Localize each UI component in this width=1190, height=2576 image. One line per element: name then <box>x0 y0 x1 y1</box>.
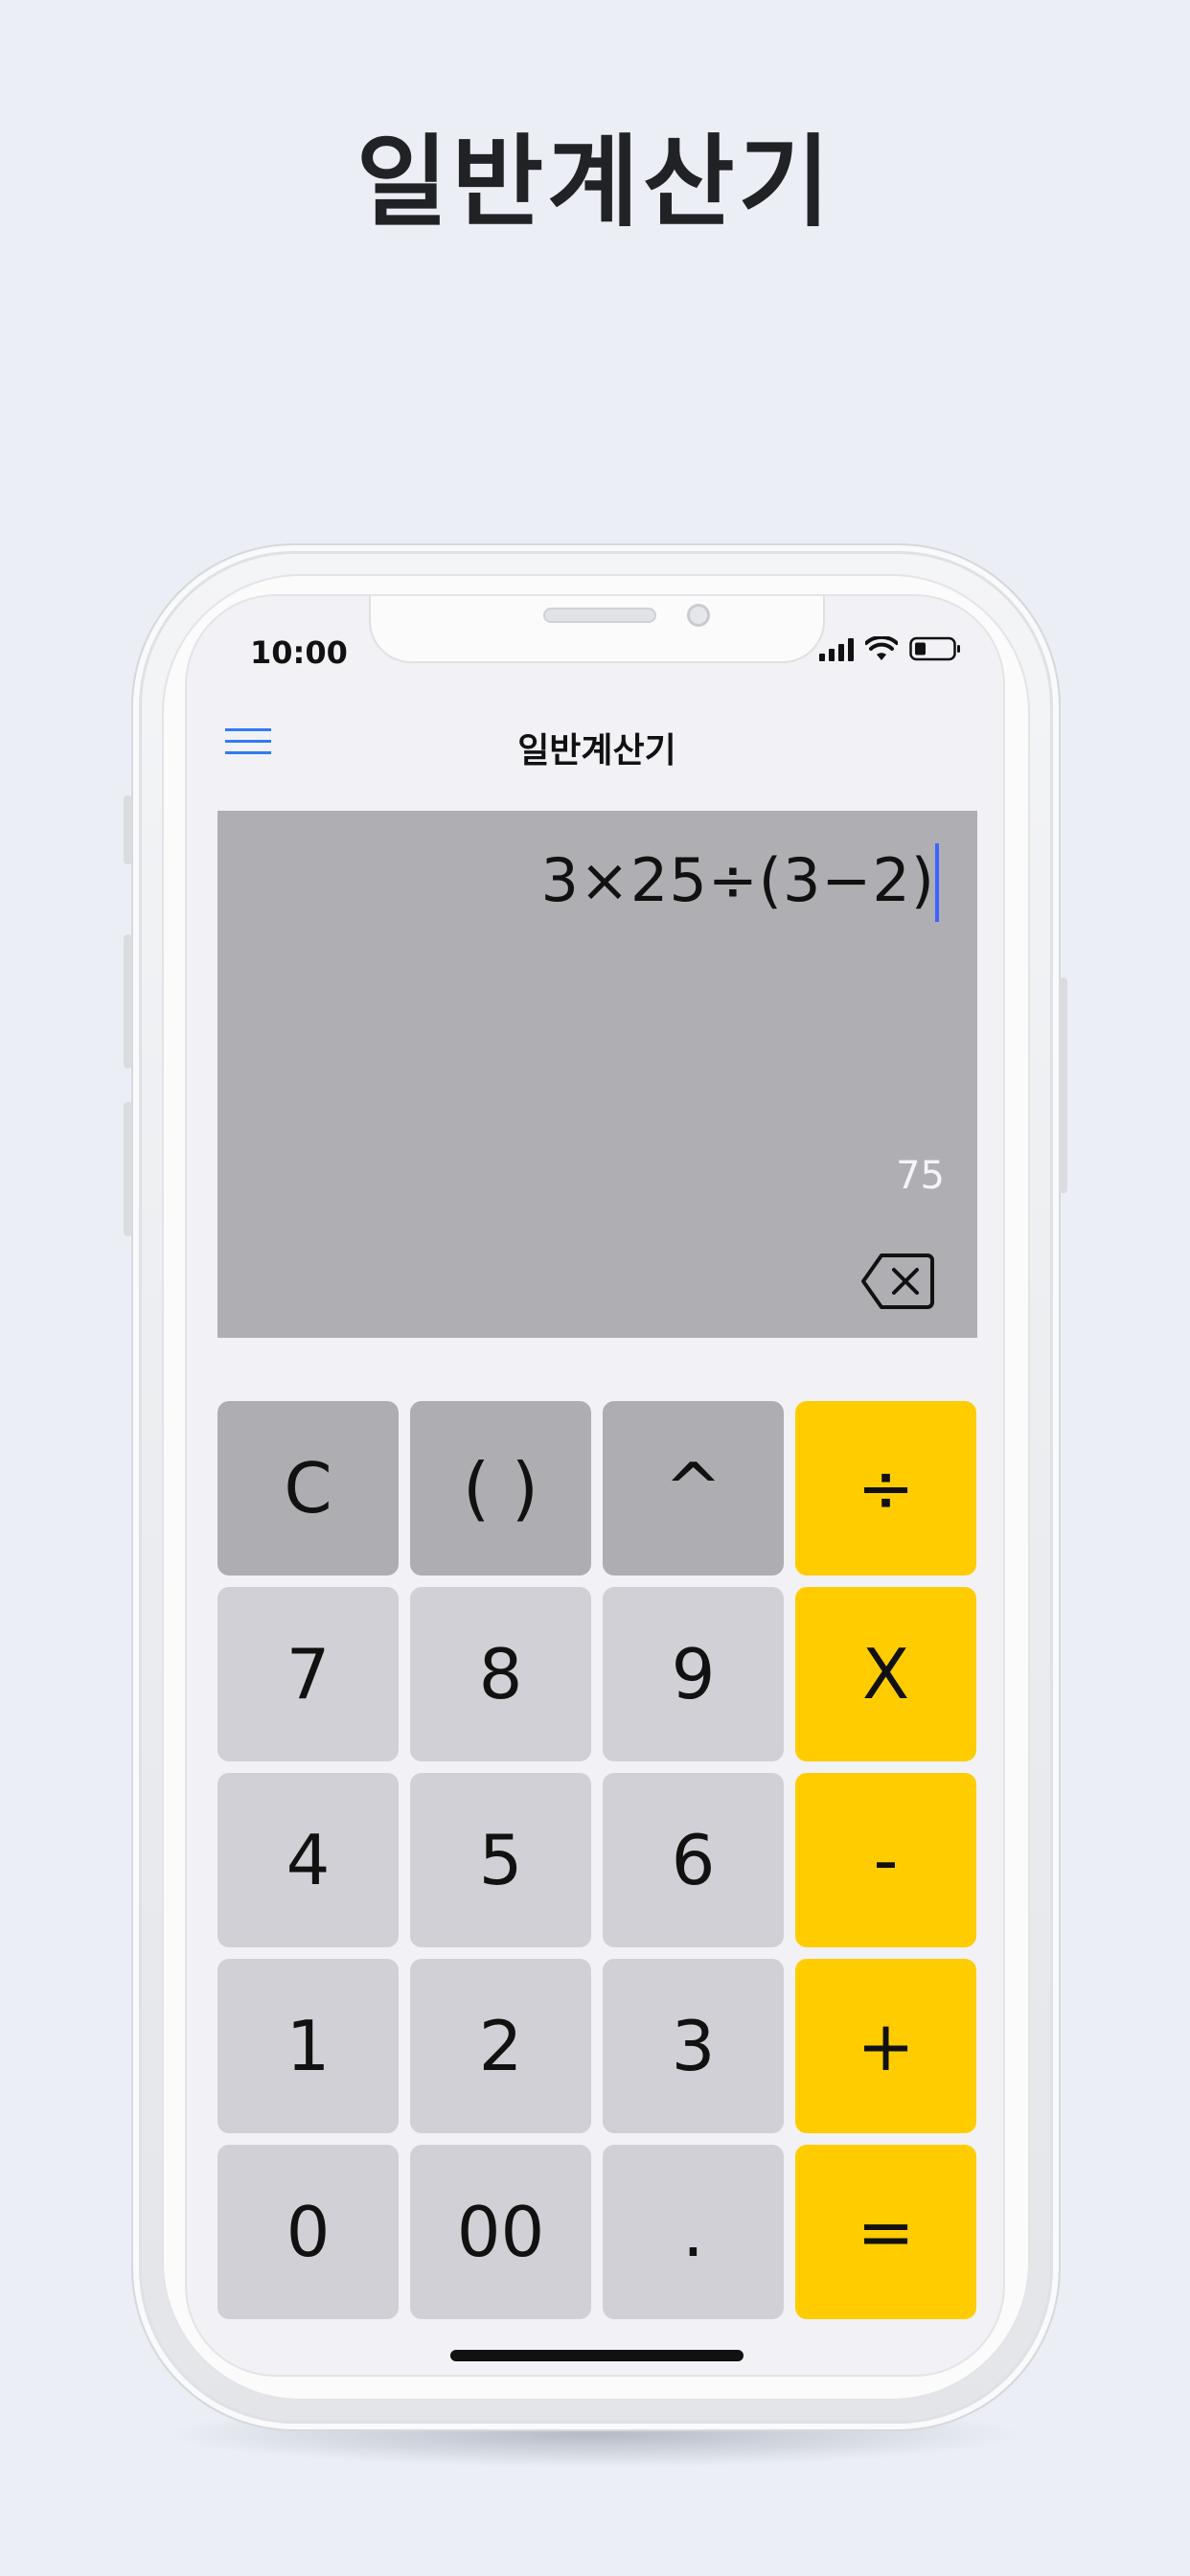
keypad: C( ) ^ ÷ 7 8 9 X 4 5 6- 1 2 3 +0 00. = <box>217 1401 977 2319</box>
navigation-bar: 일반계산기 <box>187 711 1003 778</box>
cellular-signal-icon <box>819 638 854 661</box>
status-time: 10:00 <box>250 634 348 671</box>
digit-2-key[interactable]: 2 <box>410 1959 591 2133</box>
digit-8-key[interactable]: 8 <box>410 1587 591 1761</box>
power-key[interactable]: ^ <box>603 1401 784 1576</box>
expression-input[interactable]: 3×25÷(3−2) <box>541 845 935 915</box>
decimal-point-key[interactable]: . <box>603 2145 784 2319</box>
home-indicator[interactable] <box>450 2350 744 2361</box>
backspace-icon[interactable] <box>860 1252 935 1311</box>
equals-key[interactable]: = <box>795 2145 976 2319</box>
nav-title: 일반계산기 <box>517 731 676 770</box>
app-store-page: 일반계산기 10:00 일반계산기 3×25÷(3−2) 75 C () ^ … <box>0 0 1190 2576</box>
clear-key[interactable]: C <box>217 1401 399 1576</box>
phone-screen: 10:00 일반계산기 3×25÷(3−2) 75 C () ^ ÷ 7 8 … <box>185 594 1005 2377</box>
digit-9-key[interactable]: 9 <box>603 1587 784 1761</box>
digit-1-key[interactable]: 1 <box>217 1959 399 2133</box>
volume-up-button <box>124 934 132 1069</box>
multiply-key[interactable]: X <box>795 1587 976 1761</box>
status-icons <box>819 636 961 661</box>
volume-down-button <box>124 1102 132 1236</box>
front-camera <box>687 604 710 627</box>
digit-0-key[interactable]: 0 <box>217 2145 399 2319</box>
subtract-key[interactable]: - <box>795 1773 976 1947</box>
digit-7-key[interactable]: 7 <box>217 1587 399 1761</box>
parentheses-key[interactable]: ( ) <box>410 1401 591 1576</box>
wifi-icon <box>865 636 898 661</box>
promo-title: 일반계산기 <box>355 124 835 241</box>
speaker-grille <box>543 608 656 623</box>
result-preview: 75 <box>896 1154 945 1198</box>
digit-5-key[interactable]: 5 <box>410 1773 591 1947</box>
digit-6-key[interactable]: 6 <box>603 1773 784 1947</box>
digit-3-key[interactable]: 3 <box>603 1959 784 2133</box>
add-key[interactable]: + <box>795 1959 976 2133</box>
calculator-display: 3×25÷(3−2) 75 <box>217 811 977 1338</box>
battery-icon <box>909 636 961 661</box>
text-caret <box>935 843 939 922</box>
power-button <box>1059 978 1067 1193</box>
divide-key[interactable]: ÷ <box>795 1401 976 1576</box>
mute-switch <box>124 795 132 864</box>
digit-4-key[interactable]: 4 <box>217 1773 399 1947</box>
notch <box>369 596 825 663</box>
double-zero-key[interactable]: 00 <box>410 2145 591 2319</box>
